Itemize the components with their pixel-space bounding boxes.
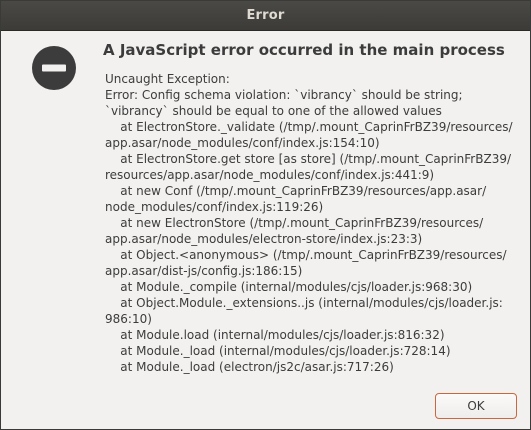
error-message-line: Uncaught Exception: (105, 72, 230, 86)
error-message-line: at Module._compile (internal/modules/cjs… (105, 280, 473, 294)
error-message-line: at new Conf (/tmp/.mount_CaprinFrBZ39/re… (105, 184, 487, 198)
error-message-line: at Module.load (internal/modules/cjs/loa… (105, 328, 445, 342)
error-message-line: at Object.Module._extensions..js (intern… (105, 296, 503, 310)
error-message-line: at Module._load (electron/js2c/asar.js:7… (105, 360, 394, 374)
window-title: Error (246, 8, 285, 23)
error-message-line: `vibrancy` should be equal to one of the… (105, 104, 442, 118)
error-message-line: Error: Config schema violation: `vibranc… (105, 88, 463, 102)
error-message-line: app.asar/dist-js/config.js:186:15) (105, 264, 303, 278)
error-message-line: at new ElectronStore (/tmp/.mount_Caprin… (105, 216, 484, 230)
error-message-line: node_modules/conf/index.js:119:26) (105, 200, 324, 214)
error-message-line: at Module._load (internal/modules/cjs/lo… (105, 344, 451, 358)
error-message: Uncaught Exception: Error: Config schema … (105, 71, 515, 375)
error-heading: A JavaScript error occurred in the main … (103, 41, 505, 59)
error-message-line: at Object.<anonymous> (/tmp/.mount_Capri… (105, 248, 507, 262)
error-minus-circle-icon (32, 46, 76, 90)
title-bar[interactable]: Error (1, 1, 530, 31)
error-message-line: app.asar/node_modules/electron-store/ind… (105, 232, 423, 246)
ok-button[interactable]: OK (435, 393, 517, 419)
error-message-line: 986:10) (105, 312, 152, 326)
error-message-line: resources/app.asar/node_modules/conf/ind… (105, 168, 435, 182)
error-message-line: at ElectronStore._validate (/tmp/.mount_… (105, 120, 513, 134)
error-message-line: at ElectronStore.get store [as store] (/… (105, 152, 512, 166)
error-dialog-window: Error A JavaScript error occurred in the… (0, 0, 531, 430)
error-message-line: app.asar/node_modules/conf/index.js:154:… (105, 136, 380, 150)
